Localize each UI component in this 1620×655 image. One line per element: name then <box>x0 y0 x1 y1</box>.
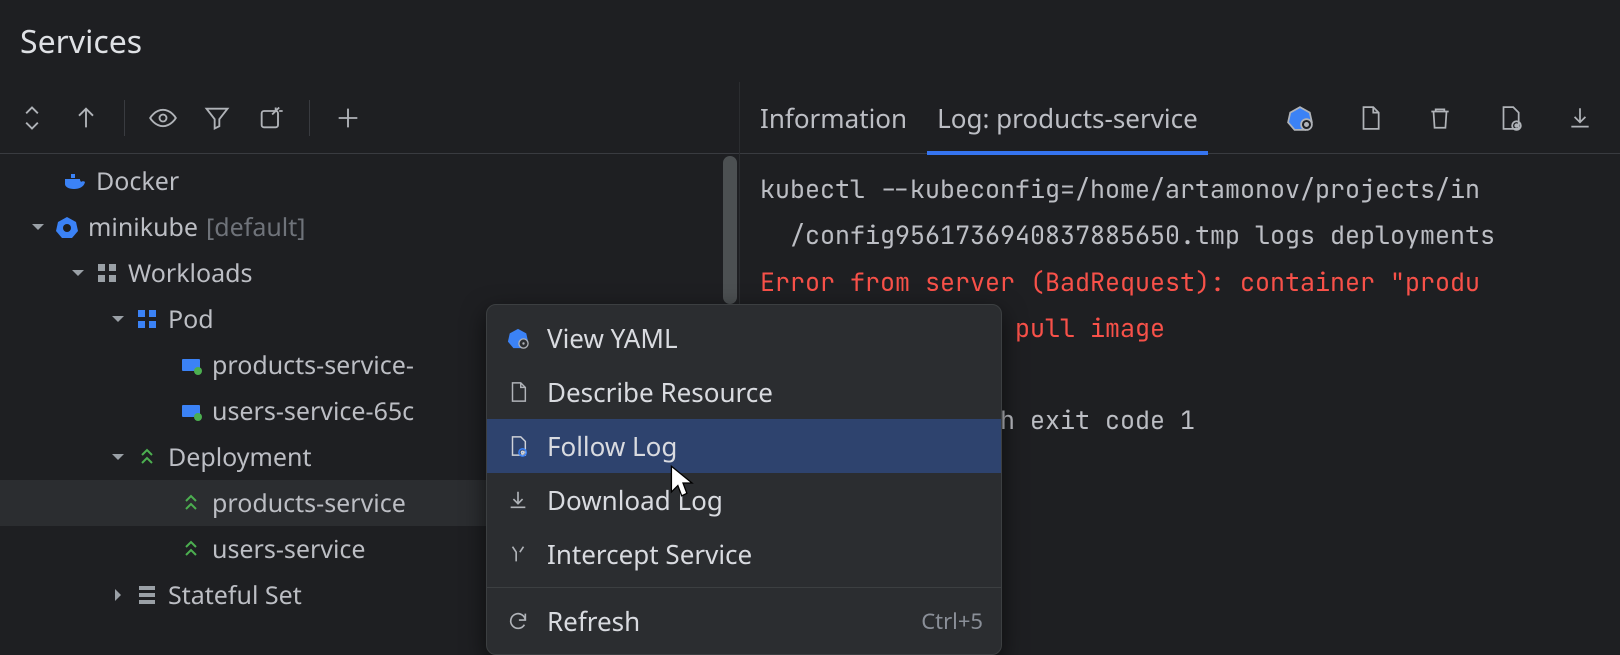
tree-label: minikube <box>88 210 198 244</box>
tree-label: Deployment <box>168 440 312 474</box>
menu-item-view-yaml[interactable]: View YAML <box>487 311 1001 365</box>
panel-title: Services <box>0 0 1620 82</box>
document-icon[interactable] <box>1350 98 1390 138</box>
deployment-icon <box>176 491 206 515</box>
docker-icon <box>60 169 90 193</box>
document-icon <box>505 381 531 403</box>
kubernetes-icon <box>52 215 82 239</box>
kubernetes-icon <box>505 327 531 349</box>
chevron-down-icon[interactable] <box>64 265 92 281</box>
log-settings-icon[interactable] <box>1490 98 1530 138</box>
context-menu[interactable]: View YAML Describe Resource Follow Log D… <box>486 304 1002 655</box>
statefulset-icon <box>132 583 162 607</box>
view-icon[interactable] <box>141 96 185 140</box>
tree-label: Docker <box>96 164 179 198</box>
download-icon <box>505 489 531 511</box>
deployment-group-icon <box>132 445 162 469</box>
log-line-error: Error from server (BadRequest): containe… <box>760 265 1480 299</box>
menu-shortcut: Ctrl+5 <box>921 606 983 636</box>
menu-label: View YAML <box>547 320 678 356</box>
menu-item-follow-log[interactable]: Follow Log <box>487 419 1001 473</box>
chevron-down-icon[interactable] <box>104 449 132 465</box>
menu-label: Download Log <box>547 482 723 518</box>
chevron-right-icon[interactable] <box>104 587 132 603</box>
tree-label: products-service <box>212 486 406 520</box>
log-line: /config9561736940837885650.tmp logs depl… <box>760 218 1495 252</box>
tree-label: Workloads <box>128 256 253 290</box>
tree-label: products-service- <box>212 348 414 382</box>
menu-item-intercept[interactable]: Intercept Service <box>487 527 1001 581</box>
open-external-icon[interactable] <box>249 96 293 140</box>
refresh-icon <box>505 610 531 632</box>
close-icon[interactable] <box>64 96 108 140</box>
menu-item-download-log[interactable]: Download Log <box>487 473 1001 527</box>
tree-label: Stateful Set <box>168 578 302 612</box>
trash-icon[interactable] <box>1420 98 1460 138</box>
tree-label: users-service <box>212 532 366 566</box>
expand-collapse-icon[interactable] <box>10 96 54 140</box>
log-line: kubectl --kubeconfig=/home/artamonov/pro… <box>760 172 1480 206</box>
menu-label: Follow Log <box>547 428 677 464</box>
toolbar-divider <box>124 100 125 136</box>
menu-label: Intercept Service <box>547 536 752 572</box>
tree-node-workloads[interactable]: Workloads <box>0 250 739 296</box>
deployment-icon <box>176 537 206 561</box>
tree-scrollbar-thumb[interactable] <box>723 156 737 304</box>
tab-log[interactable]: Log: products-service <box>937 82 1198 154</box>
chevron-down-icon[interactable] <box>24 219 52 235</box>
workloads-icon <box>92 261 122 285</box>
pod-icon <box>176 353 206 377</box>
add-icon[interactable] <box>326 96 370 140</box>
tree-node-docker[interactable]: Docker <box>0 158 739 204</box>
toolbar-divider <box>309 100 310 136</box>
pod-icon <box>176 399 206 423</box>
menu-item-describe[interactable]: Describe Resource <box>487 365 1001 419</box>
left-toolbar <box>0 82 739 154</box>
tree-suffix: [default] <box>206 210 305 244</box>
menu-separator <box>487 587 1001 588</box>
menu-label: Describe Resource <box>547 374 773 410</box>
chevron-down-icon[interactable] <box>104 311 132 327</box>
tab-information[interactable]: Information <box>760 82 907 154</box>
menu-label: Refresh <box>547 603 640 639</box>
tree-label: Pod <box>168 302 214 336</box>
filter-icon[interactable] <box>195 96 239 140</box>
intercept-icon <box>505 543 531 565</box>
right-header: Information Log: products-service <box>740 82 1620 154</box>
pod-group-icon <box>132 307 162 331</box>
tree-node-minikube[interactable]: minikube [default] <box>0 204 739 250</box>
follow-log-icon <box>505 435 531 457</box>
download-icon[interactable] <box>1560 98 1600 138</box>
kubernetes-settings-icon[interactable] <box>1280 98 1320 138</box>
tree-label: users-service-65c <box>212 394 414 428</box>
menu-item-refresh[interactable]: Refresh Ctrl+5 <box>487 594 1001 648</box>
